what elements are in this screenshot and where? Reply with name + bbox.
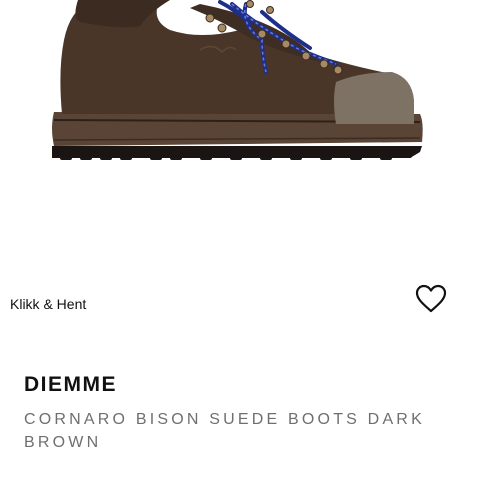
rubber-toe-cap xyxy=(334,72,414,124)
product-image[interactable] xyxy=(0,0,480,270)
heart-outline-icon xyxy=(415,284,447,313)
shoe-illustration xyxy=(52,0,423,160)
brand-name[interactable]: DIEMME xyxy=(24,373,117,397)
product-title[interactable]: CORNARO BISON SUEDE BOOTS DARK BROWN xyxy=(24,408,464,454)
wishlist-button[interactable] xyxy=(414,283,448,315)
click-and-collect-label: Klikk & Hent xyxy=(10,296,87,312)
